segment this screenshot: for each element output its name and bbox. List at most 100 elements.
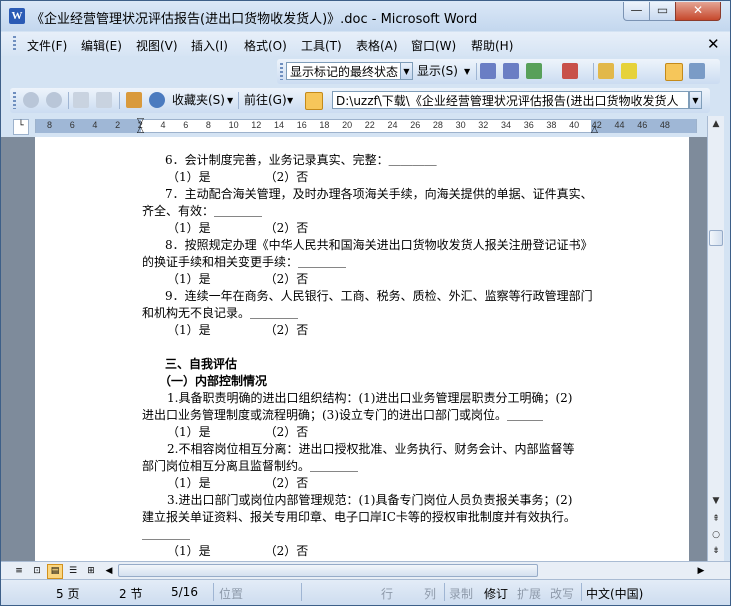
document-area: 6．会计制度完善，业务记录真实、完整：＿＿＿＿ （1）是 （2）否 7．主动配合… (1, 137, 707, 561)
browse-object-icon[interactable]: ○ (709, 528, 723, 542)
next-change-icon[interactable] (503, 63, 519, 79)
status-separator (444, 583, 445, 601)
web-layout-view-icon[interactable]: ⊡ (29, 564, 45, 579)
next-page-icon[interactable]: ⇟ (709, 544, 723, 558)
print-layout-view-icon[interactable]: ▤ (47, 564, 63, 579)
favorites-button[interactable]: 收藏夹(S) (172, 91, 225, 110)
horizontal-scroll-thumb[interactable] (118, 564, 538, 577)
doc-line: 齐全、有效：＿＿＿＿ (142, 204, 263, 218)
doc-line: （1）是 （2）否 (167, 425, 309, 439)
toolbar-separator (593, 63, 594, 80)
status-separator (301, 583, 302, 601)
search-icon[interactable] (149, 92, 165, 108)
scroll-right-icon[interactable]: ▶ (693, 564, 709, 579)
status-page: 5 页 (56, 587, 80, 601)
previous-page-icon[interactable]: ⇞ (709, 512, 723, 526)
status-overtype[interactable]: 改写 (550, 585, 574, 602)
menu-edit[interactable]: 编辑(E) (81, 37, 122, 54)
ruler-tick-label: 40 (569, 120, 580, 130)
ruler-tick-label: 2 (115, 120, 121, 130)
normal-view-icon[interactable]: ≡ (11, 564, 27, 579)
toolbar-separator (68, 92, 69, 109)
doc-line: 6．会计制度完善，业务记录真实、完整：＿＿＿＿ (165, 153, 437, 167)
status-extend[interactable]: 扩展 (517, 585, 541, 602)
toolbar-separator (476, 63, 477, 80)
reviewing-pane-icon[interactable] (689, 63, 705, 79)
new-comment-icon[interactable] (598, 63, 614, 79)
markup-state-select[interactable]: 显示标记的最终状态 (286, 62, 410, 80)
home-icon[interactable] (126, 92, 142, 108)
menu-view[interactable]: 视图(V) (136, 37, 178, 54)
stop-icon[interactable] (73, 92, 89, 108)
ruler-tick-label: 38 (546, 120, 557, 130)
menu-file[interactable]: 文件(F) (27, 37, 67, 54)
status-record[interactable]: 录制 (449, 585, 473, 602)
address-field[interactable]: D:\uzzf\下载\《企业经营管理状况评估报告(进出口货物收发货人 (332, 91, 689, 109)
hanging-indent-icon[interactable]: △ (137, 125, 144, 135)
go-button[interactable]: 前往(G) (244, 91, 287, 110)
doc-line: （1）是 （2）否 (167, 544, 309, 558)
scroll-left-icon[interactable]: ◀ (101, 564, 117, 579)
ruler-tick-label: 6 (69, 120, 75, 130)
scroll-down-icon[interactable]: ▼ (709, 494, 723, 508)
chevron-down-icon[interactable]: ▼ (227, 91, 233, 110)
close-window-button[interactable]: ✕ (675, 2, 721, 21)
menu-table[interactable]: 表格(A) (356, 37, 398, 54)
reading-layout-view-icon[interactable]: ⊞ (83, 564, 99, 579)
doc-line: 3.进出口部门或岗位内部管理规范：(1)具备专门岗位人员负责报关事务；(2) (167, 493, 573, 507)
minimize-button[interactable]: — (623, 2, 650, 21)
doc-line: （1）是 （2）否 (167, 323, 309, 337)
menu-help[interactable]: 帮助(H) (471, 37, 513, 54)
doc-line: （1）是 （2）否 (167, 170, 309, 184)
toolbar-grip-icon[interactable] (280, 63, 283, 80)
vertical-scrollbar[interactable]: ▲ ▼ ⇞ ○ ⇟ (707, 116, 724, 561)
refresh-icon[interactable] (96, 92, 112, 108)
ruler-tick-label: 8 (205, 120, 211, 130)
maximize-button[interactable]: ▭ (649, 2, 676, 21)
doc-line: 的换证手续和相关变更手续：＿＿＿＿ (142, 255, 347, 269)
doc-line: 7．主动配合海关管理，及时办理各项海关手续，向海关提供的单据、证件真实、 (165, 187, 593, 201)
chevron-down-icon[interactable]: ▼ (689, 91, 702, 109)
chevron-down-icon[interactable]: ▼ (287, 91, 293, 110)
outline-view-icon[interactable]: ☰ (65, 564, 81, 579)
vertical-scroll-thumb[interactable] (709, 230, 723, 246)
subsection-heading: （一）内部控制情况 (159, 374, 268, 388)
show-web-toolbar-icon[interactable] (305, 92, 323, 110)
ruler-tick-label: 22 (364, 120, 375, 130)
menu-insert[interactable]: 插入(I) (191, 37, 228, 54)
forward-icon[interactable] (46, 92, 62, 108)
reject-change-icon[interactable] (562, 63, 578, 79)
back-icon[interactable] (23, 92, 39, 108)
ruler-tick-label: 4 (92, 120, 98, 130)
menu-format[interactable]: 格式(O) (244, 37, 287, 54)
highlight-icon[interactable] (621, 63, 637, 79)
horizontal-scrollbar[interactable]: ≡ ⊡ ▤ ☰ ⊞ ◀ ▶ (1, 561, 730, 580)
right-indent-icon[interactable]: △ (591, 125, 598, 135)
status-track-changes[interactable]: 修订 (484, 585, 508, 602)
ruler-tick-label: 26 (410, 120, 421, 130)
chevron-down-icon[interactable]: ▼ (464, 62, 470, 81)
ruler-tick-label: 10 (228, 120, 239, 130)
word-app-icon[interactable]: W (9, 8, 25, 24)
scroll-up-icon[interactable]: ▲ (709, 117, 723, 131)
document-page[interactable]: 6．会计制度完善，业务记录真实、完整：＿＿＿＿ （1）是 （2）否 7．主动配合… (35, 137, 689, 561)
ruler-tick-label: 34 (501, 120, 512, 130)
doc-line: 9．连续一年在商务、人民银行、工商、税务、质检、外汇、监察等行政管理部门 (165, 289, 593, 303)
toolbar-grip-icon[interactable] (13, 36, 16, 52)
previous-change-icon[interactable] (480, 63, 496, 79)
toolbar-grip-icon[interactable] (13, 92, 16, 109)
window-title: 《企业经营管理状况评估报告(进出口货物收发货人)》.doc - Microsof… (31, 12, 478, 27)
close-document-icon[interactable]: ✕ (707, 35, 720, 53)
accept-change-icon[interactable] (526, 63, 542, 79)
tab-selector-icon[interactable]: └ (13, 119, 29, 135)
ruler-tick-label: 16 (296, 120, 307, 130)
reviewing-toolbar: 显示标记的最终状态 ▼ 显示(S) ▼ (277, 59, 720, 84)
show-markup-button[interactable]: 显示(S) (417, 62, 458, 81)
track-changes-icon[interactable] (665, 63, 683, 81)
ruler-tick-label: 18 (319, 120, 330, 130)
menu-tools[interactable]: 工具(T) (301, 37, 342, 54)
chevron-down-icon[interactable]: ▼ (400, 62, 413, 80)
status-language[interactable]: 中文(中国) (586, 585, 643, 602)
menu-window[interactable]: 窗口(W) (411, 37, 456, 54)
toolbar-separator (119, 92, 120, 109)
